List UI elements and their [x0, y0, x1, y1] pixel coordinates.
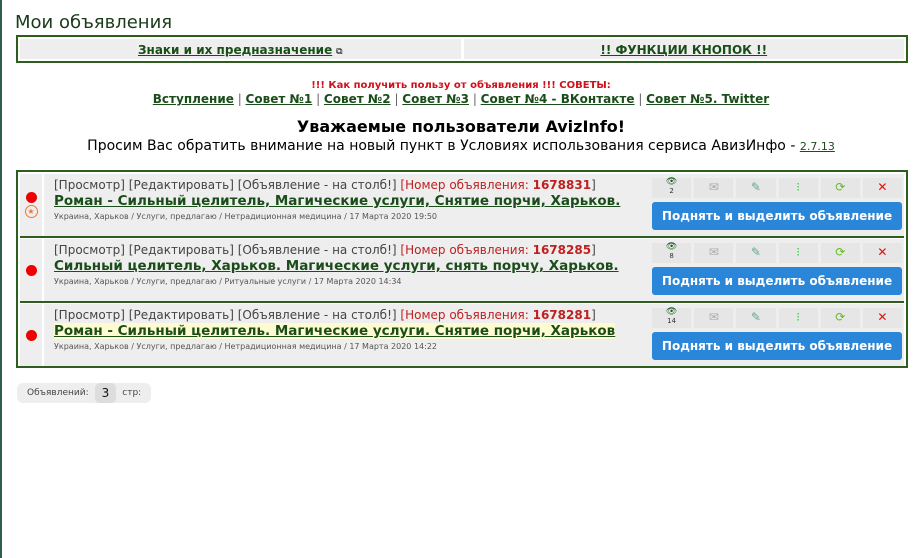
- edit-icon[interactable]: ✎: [736, 243, 776, 263]
- views-icon[interactable]: 👁 14: [652, 308, 692, 328]
- ad-row: [Просмотр] [Редактировать] [Объявление -…: [20, 239, 904, 303]
- mail-icon[interactable]: ✉: [694, 243, 734, 263]
- traffic-light-icon[interactable]: ⁝: [778, 243, 818, 263]
- page-title: Мои объявления: [15, 12, 173, 33]
- signs-link[interactable]: Знаки и их предназначение: [138, 43, 332, 57]
- ad-number-value: 1678831: [532, 178, 592, 192]
- status-dot-icon: [25, 264, 37, 276]
- mail-icon[interactable]: ✉: [694, 308, 734, 328]
- tip-link[interactable]: Совет №5. Twitter: [646, 92, 769, 106]
- ad-content: [Просмотр] [Редактировать] [Объявление -…: [44, 174, 650, 236]
- status-cell: ★: [20, 174, 44, 236]
- pole-link[interactable]: [Объявление - на столб!]: [238, 243, 397, 257]
- ad-content: [Просмотр] [Редактировать] [Объявление -…: [44, 239, 650, 301]
- ad-row: [Просмотр] [Редактировать] [Объявление -…: [20, 304, 904, 368]
- refresh-icon[interactable]: ⟳: [820, 178, 860, 198]
- delete-icon[interactable]: ✕: [862, 308, 903, 328]
- ad-number-value: 1678285: [532, 243, 592, 257]
- edit-link[interactable]: [Редактировать]: [129, 308, 234, 322]
- refresh-icon[interactable]: ⟳: [820, 243, 860, 263]
- notice-body: Просим Вас обратить внимание на новый пу…: [87, 138, 800, 154]
- status-dot-icon: [25, 192, 37, 203]
- pole-link[interactable]: [Объявление - на столб!]: [238, 178, 397, 192]
- tips-links: Вступление | Совет №1 | Совет №2 | Совет…: [152, 92, 770, 106]
- ad-meta: Украина, Харьков / Услуги, предлагаю / Р…: [54, 277, 402, 286]
- ad-number: [Номер объявления: 1678831: [400, 178, 591, 192]
- raise-button[interactable]: Поднять и выделить объявление: [652, 332, 902, 360]
- ad-actions: 👁 2 ✉ ✎ ⁝ ⟳ ✕ Поднять и выделить объявлен…: [650, 174, 904, 236]
- view-link[interactable]: [Просмотр]: [54, 178, 125, 192]
- pages-label: стр:: [122, 388, 142, 398]
- ad-number-value: 1678281: [532, 308, 592, 322]
- ad-number-label: [Номер объявления:: [400, 178, 533, 192]
- refresh-icon[interactable]: ⟳: [820, 308, 860, 328]
- notice-title: Уважаемые пользователи AvizInfo!: [296, 117, 626, 136]
- views-icon[interactable]: 👁 2: [652, 178, 692, 198]
- ad-meta: Украина, Харьков / Услуги, предлагаю / Н…: [54, 342, 437, 351]
- ad-actions: 👁 14 ✉ ✎ ⁝ ⟳ ✕ Поднять и выделить объявле…: [650, 304, 904, 366]
- view-link[interactable]: [Просмотр]: [54, 243, 125, 257]
- tips-heading: !!! Как получить пользу от объявления !!…: [311, 80, 611, 91]
- views-count: 14: [667, 317, 677, 325]
- terms-link[interactable]: 2.7.13: [800, 140, 835, 153]
- ad-title-link[interactable]: Роман - Сильный целитель. Магические усл…: [54, 323, 616, 339]
- tip-link[interactable]: Совет №3: [402, 92, 469, 106]
- ad-meta: Украина, Харьков / Услуги, предлагаю / Н…: [54, 212, 437, 221]
- raise-button[interactable]: Поднять и выделить объявление: [652, 267, 902, 295]
- views-count: 2: [669, 187, 674, 195]
- ads-list: ★ [Просмотр] [Редактировать] [Объявление…: [16, 170, 908, 368]
- header-links: Знаки и их предназначение ⧉ !! ФУНКЦИИ К…: [16, 35, 908, 63]
- traffic-light-icon[interactable]: ⁝: [778, 178, 818, 198]
- traffic-light-icon[interactable]: ⁝: [778, 308, 818, 328]
- ad-row: ★ [Просмотр] [Редактировать] [Объявление…: [20, 174, 904, 238]
- edit-link[interactable]: [Редактировать]: [129, 178, 234, 192]
- ad-content: [Просмотр] [Редактировать] [Объявление -…: [44, 304, 650, 366]
- edit-icon[interactable]: ✎: [736, 178, 776, 198]
- mail-icon[interactable]: ✉: [694, 178, 734, 198]
- tip-link[interactable]: Совет №1: [246, 92, 313, 106]
- views-icon[interactable]: 👁 8: [652, 243, 692, 263]
- ad-number-label: [Номер объявления:: [400, 243, 533, 257]
- star-icon: ★: [24, 205, 38, 218]
- edit-icon[interactable]: ✎: [736, 308, 776, 328]
- bracket: ]: [591, 178, 596, 192]
- notice-text: Просим Вас обратить внимание на новый пу…: [2, 138, 918, 154]
- functions-link[interactable]: !! ФУНКЦИИ КНОПОК !!: [600, 43, 767, 57]
- ads-count: 3: [94, 383, 117, 403]
- view-link[interactable]: [Просмотр]: [54, 308, 125, 322]
- delete-icon[interactable]: ✕: [862, 178, 903, 198]
- bracket: ]: [591, 308, 596, 322]
- bracket: ]: [591, 243, 596, 257]
- tip-link[interactable]: Вступление: [153, 92, 234, 106]
- ad-number-label: [Номер объявления:: [400, 308, 533, 322]
- pager: Объявлений: 3 стр:: [17, 383, 152, 403]
- tip-link[interactable]: Совет №2: [324, 92, 391, 106]
- external-icon: ⧉: [336, 47, 343, 57]
- raise-button[interactable]: Поднять и выделить объявление: [652, 202, 902, 230]
- edit-link[interactable]: [Редактировать]: [129, 243, 234, 257]
- ad-title-link[interactable]: Роман - Сильный целитель, Магические усл…: [54, 193, 620, 209]
- status-dot-icon: [25, 329, 37, 341]
- views-count: 8: [669, 252, 674, 260]
- ad-number: [Номер объявления: 1678285: [400, 243, 591, 257]
- tip-link[interactable]: Совет №4 - ВКонтакте: [481, 92, 635, 106]
- pole-link[interactable]: [Объявление - на столб!]: [238, 308, 397, 322]
- ad-number: [Номер объявления: 1678281: [400, 308, 591, 322]
- pager-label: Объявлений:: [27, 388, 89, 398]
- ad-actions: 👁 8 ✉ ✎ ⁝ ⟳ ✕ Поднять и выделить объявлен…: [650, 239, 904, 301]
- status-cell: [20, 304, 44, 366]
- delete-icon[interactable]: ✕: [862, 243, 903, 263]
- ad-title-link[interactable]: Сильный целитель, Харьков. Магические ус…: [54, 258, 619, 274]
- status-cell: [20, 239, 44, 301]
